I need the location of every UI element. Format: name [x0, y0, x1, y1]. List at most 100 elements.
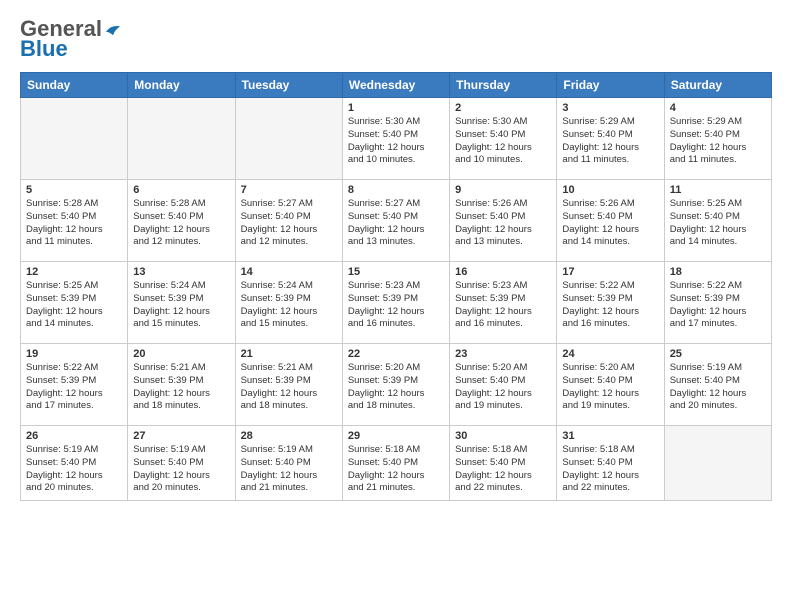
day-cell-17: 17 Sunrise: 5:22 AM Sunset: 5:39 PM Dayli… — [557, 262, 664, 344]
day-number: 12 — [26, 266, 122, 278]
day-number: 6 — [133, 184, 229, 196]
day-number: 8 — [348, 184, 444, 196]
empty-cell — [664, 426, 771, 501]
day-number: 26 — [26, 430, 122, 442]
week-row-2: 5 Sunrise: 5:28 AM Sunset: 5:40 PM Daylig… — [21, 180, 772, 262]
empty-cell — [235, 98, 342, 180]
day-cell-3: 3 Sunrise: 5:29 AM Sunset: 5:40 PM Daylig… — [557, 98, 664, 180]
day-number: 28 — [241, 430, 337, 442]
day-info: Sunrise: 5:23 AM Sunset: 5:39 PM Dayligh… — [348, 280, 444, 331]
weekday-header-saturday: Saturday — [664, 73, 771, 98]
week-row-3: 12 Sunrise: 5:25 AM Sunset: 5:39 PM Dayli… — [21, 262, 772, 344]
weekday-header-row: SundayMondayTuesdayWednesdayThursdayFrid… — [21, 73, 772, 98]
day-cell-12: 12 Sunrise: 5:25 AM Sunset: 5:39 PM Dayli… — [21, 262, 128, 344]
day-cell-31: 31 Sunrise: 5:18 AM Sunset: 5:40 PM Dayli… — [557, 426, 664, 501]
day-number: 21 — [241, 348, 337, 360]
logo: General Blue — [20, 18, 122, 62]
day-info: Sunrise: 5:19 AM Sunset: 5:40 PM Dayligh… — [670, 362, 766, 413]
day-info: Sunrise: 5:18 AM Sunset: 5:40 PM Dayligh… — [455, 444, 551, 495]
day-number: 13 — [133, 266, 229, 278]
day-cell-22: 22 Sunrise: 5:20 AM Sunset: 5:39 PM Dayli… — [342, 344, 449, 426]
day-cell-10: 10 Sunrise: 5:26 AM Sunset: 5:40 PM Dayli… — [557, 180, 664, 262]
day-info: Sunrise: 5:19 AM Sunset: 5:40 PM Dayligh… — [133, 444, 229, 495]
day-number: 10 — [562, 184, 658, 196]
weekday-header-friday: Friday — [557, 73, 664, 98]
day-cell-25: 25 Sunrise: 5:19 AM Sunset: 5:40 PM Dayli… — [664, 344, 771, 426]
day-number: 22 — [348, 348, 444, 360]
day-cell-26: 26 Sunrise: 5:19 AM Sunset: 5:40 PM Dayli… — [21, 426, 128, 501]
day-number: 2 — [455, 102, 551, 114]
day-info: Sunrise: 5:27 AM Sunset: 5:40 PM Dayligh… — [348, 198, 444, 249]
day-info: Sunrise: 5:28 AM Sunset: 5:40 PM Dayligh… — [133, 198, 229, 249]
day-number: 27 — [133, 430, 229, 442]
day-cell-2: 2Sunrise: 5:30 AM Sunset: 5:40 PM Daylig… — [450, 98, 557, 180]
day-cell-24: 24 Sunrise: 5:20 AM Sunset: 5:40 PM Dayli… — [557, 344, 664, 426]
calendar-table: SundayMondayTuesdayWednesdayThursdayFrid… — [20, 72, 772, 501]
day-number: 30 — [455, 430, 551, 442]
day-number: 31 — [562, 430, 658, 442]
day-number: 24 — [562, 348, 658, 360]
day-info: Sunrise: 5:18 AM Sunset: 5:40 PM Dayligh… — [348, 444, 444, 495]
week-row-1: 1Sunrise: 5:30 AM Sunset: 5:40 PM Daylig… — [21, 98, 772, 180]
day-number: 14 — [241, 266, 337, 278]
day-cell-30: 30 Sunrise: 5:18 AM Sunset: 5:40 PM Dayli… — [450, 426, 557, 501]
day-number: 11 — [670, 184, 766, 196]
weekday-header-sunday: Sunday — [21, 73, 128, 98]
day-cell-16: 16Sunrise: 5:23 AM Sunset: 5:39 PM Dayli… — [450, 262, 557, 344]
day-info: Sunrise: 5:20 AM Sunset: 5:40 PM Dayligh… — [562, 362, 658, 413]
empty-cell — [128, 98, 235, 180]
weekday-header-thursday: Thursday — [450, 73, 557, 98]
day-number: 7 — [241, 184, 337, 196]
week-row-4: 19Sunrise: 5:22 AM Sunset: 5:39 PM Dayli… — [21, 344, 772, 426]
day-number: 18 — [670, 266, 766, 278]
day-number: 3 — [562, 102, 658, 114]
week-row-5: 26 Sunrise: 5:19 AM Sunset: 5:40 PM Dayli… — [21, 426, 772, 501]
day-number: 9 — [455, 184, 551, 196]
day-info: Sunrise: 5:22 AM Sunset: 5:39 PM Dayligh… — [562, 280, 658, 331]
day-number: 17 — [562, 266, 658, 278]
day-info: Sunrise: 5:25 AM Sunset: 5:40 PM Dayligh… — [670, 198, 766, 249]
day-cell-18: 18Sunrise: 5:22 AM Sunset: 5:39 PM Dayli… — [664, 262, 771, 344]
day-info: Sunrise: 5:20 AM Sunset: 5:39 PM Dayligh… — [348, 362, 444, 413]
day-number: 23 — [455, 348, 551, 360]
day-cell-21: 21 Sunrise: 5:21 AM Sunset: 5:39 PM Dayli… — [235, 344, 342, 426]
day-cell-1: 1Sunrise: 5:30 AM Sunset: 5:40 PM Daylig… — [342, 98, 449, 180]
day-cell-29: 29 Sunrise: 5:18 AM Sunset: 5:40 PM Dayli… — [342, 426, 449, 501]
day-info: Sunrise: 5:21 AM Sunset: 5:39 PM Dayligh… — [241, 362, 337, 413]
day-number: 20 — [133, 348, 229, 360]
day-info: Sunrise: 5:26 AM Sunset: 5:40 PM Dayligh… — [455, 198, 551, 249]
day-info: Sunrise: 5:29 AM Sunset: 5:40 PM Dayligh… — [562, 116, 658, 167]
day-number: 15 — [348, 266, 444, 278]
day-info: Sunrise: 5:26 AM Sunset: 5:40 PM Dayligh… — [562, 198, 658, 249]
day-cell-27: 27 Sunrise: 5:19 AM Sunset: 5:40 PM Dayli… — [128, 426, 235, 501]
day-info: Sunrise: 5:24 AM Sunset: 5:39 PM Dayligh… — [241, 280, 337, 331]
weekday-header-tuesday: Tuesday — [235, 73, 342, 98]
day-cell-28: 28 Sunrise: 5:19 AM Sunset: 5:40 PM Dayli… — [235, 426, 342, 501]
day-info: Sunrise: 5:20 AM Sunset: 5:40 PM Dayligh… — [455, 362, 551, 413]
day-info: Sunrise: 5:21 AM Sunset: 5:39 PM Dayligh… — [133, 362, 229, 413]
logo-blue-text: Blue — [20, 36, 68, 62]
day-cell-20: 20 Sunrise: 5:21 AM Sunset: 5:39 PM Dayli… — [128, 344, 235, 426]
day-info: Sunrise: 5:18 AM Sunset: 5:40 PM Dayligh… — [562, 444, 658, 495]
day-cell-5: 5Sunrise: 5:28 AM Sunset: 5:40 PM Daylig… — [21, 180, 128, 262]
day-info: Sunrise: 5:19 AM Sunset: 5:40 PM Dayligh… — [26, 444, 122, 495]
day-cell-14: 14 Sunrise: 5:24 AM Sunset: 5:39 PM Dayli… — [235, 262, 342, 344]
day-number: 25 — [670, 348, 766, 360]
header: General Blue — [20, 18, 772, 62]
day-info: Sunrise: 5:23 AM Sunset: 5:39 PM Dayligh… — [455, 280, 551, 331]
day-cell-4: 4 Sunrise: 5:29 AM Sunset: 5:40 PM Daylig… — [664, 98, 771, 180]
day-cell-11: 11 Sunrise: 5:25 AM Sunset: 5:40 PM Dayli… — [664, 180, 771, 262]
day-number: 29 — [348, 430, 444, 442]
day-cell-8: 8 Sunrise: 5:27 AM Sunset: 5:40 PM Daylig… — [342, 180, 449, 262]
day-info: Sunrise: 5:29 AM Sunset: 5:40 PM Dayligh… — [670, 116, 766, 167]
day-cell-7: 7 Sunrise: 5:27 AM Sunset: 5:40 PM Daylig… — [235, 180, 342, 262]
day-info: Sunrise: 5:22 AM Sunset: 5:39 PM Dayligh… — [26, 362, 122, 413]
day-number: 5 — [26, 184, 122, 196]
day-info: Sunrise: 5:19 AM Sunset: 5:40 PM Dayligh… — [241, 444, 337, 495]
day-info: Sunrise: 5:24 AM Sunset: 5:39 PM Dayligh… — [133, 280, 229, 331]
empty-cell — [21, 98, 128, 180]
calendar-page: General Blue SundayMondayTuesdayWednesda… — [0, 0, 792, 612]
day-info: Sunrise: 5:25 AM Sunset: 5:39 PM Dayligh… — [26, 280, 122, 331]
day-info: Sunrise: 5:27 AM Sunset: 5:40 PM Dayligh… — [241, 198, 337, 249]
day-number: 4 — [670, 102, 766, 114]
